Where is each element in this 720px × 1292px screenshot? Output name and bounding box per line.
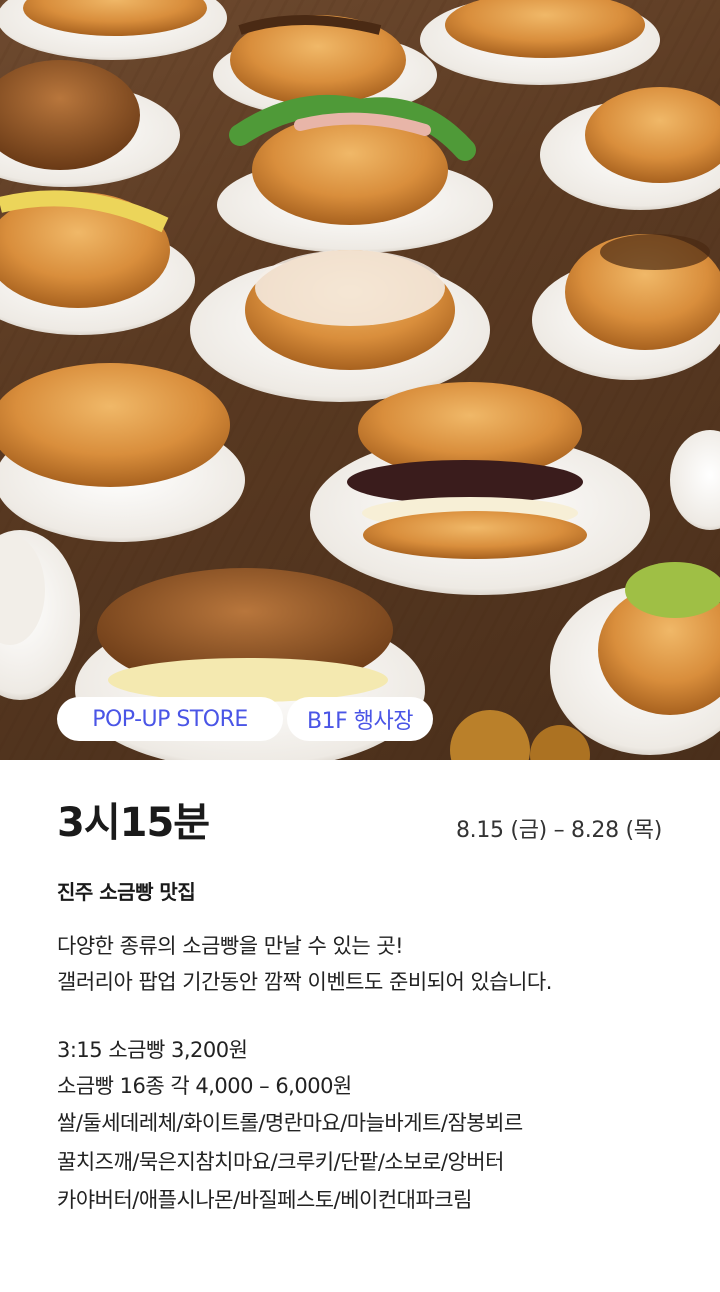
store-name: 3시15분 <box>57 800 210 846</box>
plate <box>420 0 660 85</box>
event-dates: 8.15 (금) – 8.28 (목) <box>455 818 662 843</box>
plate <box>310 382 650 595</box>
plate <box>540 87 720 210</box>
plate <box>550 562 720 755</box>
plate <box>670 430 720 530</box>
popup-store-badge: POP-UP STORE <box>57 697 283 741</box>
location-badge: B1F 행사장 <box>287 697 433 741</box>
store-subtitle: 진주 소금빵 맛집 <box>57 880 196 904</box>
price-line: 3:15 소금빵 3,200원 <box>57 1038 248 1062</box>
plate <box>0 530 80 700</box>
hero-photo: POP-UP STORE B1F 행사장 <box>0 0 720 760</box>
description-line: 갤러리아 팝업 기간동안 깜짝 이벤트도 준비되어 있습니다. <box>57 970 552 994</box>
plate <box>532 234 720 380</box>
description-line: 다양한 종류의 소금빵을 만날 수 있는 곳! <box>57 934 404 958</box>
plate <box>0 0 227 60</box>
menu-line: 꿀치즈깨/묵은지참치마요/크루키/단팥/소보로/앙버터 <box>57 1150 504 1174</box>
plate <box>0 363 245 542</box>
price-line: 소금빵 16종 각 4,000 – 6,000원 <box>57 1074 352 1098</box>
plate <box>0 60 180 187</box>
plate <box>190 250 490 402</box>
plate <box>217 94 493 253</box>
bread-photo-illustration <box>0 0 720 760</box>
menu-line: 카야버터/애플시나몬/바질페스토/베이컨대파크림 <box>57 1188 472 1212</box>
menu-line: 쌀/둘세데레체/화이트롤/명란마요/마늘바게트/잠봉뵈르 <box>57 1111 523 1135</box>
plate <box>0 190 195 335</box>
